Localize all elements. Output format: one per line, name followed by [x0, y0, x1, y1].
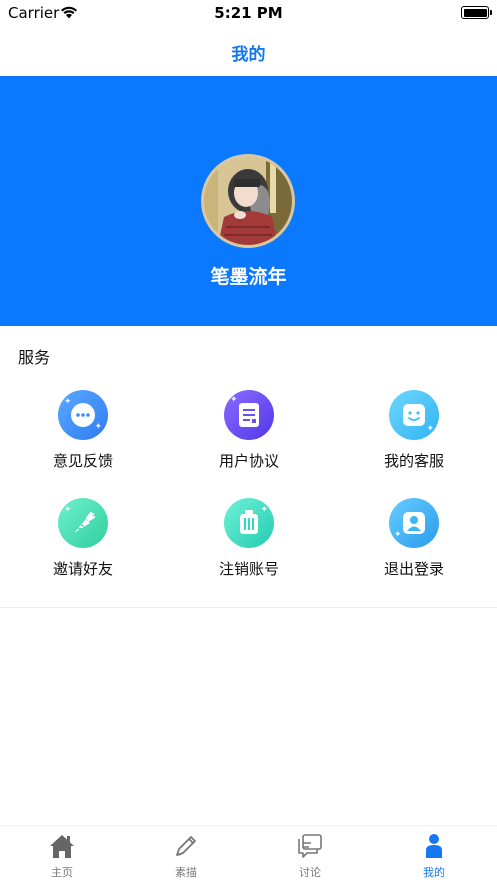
- section-divider: [0, 607, 497, 608]
- avatar-illustration: [204, 157, 292, 245]
- person-icon: [426, 834, 442, 858]
- tab-label: 主页: [51, 866, 73, 879]
- service-feedback[interactable]: ✦ ✦ 意见反馈: [0, 384, 166, 484]
- home-icon: [50, 835, 74, 858]
- service-customer-support[interactable]: ✦ 我的客服: [331, 384, 497, 484]
- tab-home[interactable]: 主页: [0, 826, 124, 883]
- chat-bubble-icon: ✦ ✦: [58, 390, 108, 440]
- service-label: 我的客服: [383, 452, 444, 470]
- username: 笔墨流年: [210, 266, 287, 288]
- services-section-title: 服务: [18, 348, 51, 367]
- profile-header: 笔墨流年: [0, 76, 497, 326]
- tab-discussion[interactable]: 讨论: [248, 826, 372, 883]
- tab-sketch[interactable]: 素描: [124, 826, 248, 883]
- navigation-bar: 我的: [0, 28, 497, 76]
- service-user-agreement[interactable]: ✦ 用户协议: [166, 384, 332, 484]
- service-logout[interactable]: ✦ 退出登录: [331, 492, 497, 592]
- discussion-icon: [298, 834, 322, 858]
- page-title: 我的: [231, 44, 266, 65]
- tab-label: 我的: [423, 866, 445, 879]
- service-label: 退出登录: [383, 560, 444, 578]
- avatar[interactable]: [201, 154, 295, 248]
- smiley-icon: ✦: [389, 390, 439, 440]
- service-delete-account[interactable]: ✦ 注销账号: [166, 492, 332, 592]
- status-bar: Carrier 5:21 PM: [0, 0, 497, 28]
- service-invite-friends[interactable]: ✦ 邀请好友: [0, 492, 166, 592]
- document-icon: ✦: [224, 390, 274, 440]
- tab-bar: 主页 素描 讨论 我的: [0, 825, 497, 883]
- trash-bin-icon: ✦: [224, 498, 274, 548]
- pencil-icon: [176, 836, 196, 856]
- tab-label: 素描: [175, 866, 197, 879]
- user-icon: ✦: [389, 498, 439, 548]
- tab-mine[interactable]: 我的: [372, 826, 496, 883]
- service-label: 注销账号: [218, 560, 279, 578]
- status-time: 5:21 PM: [214, 4, 283, 22]
- service-label: 意见反馈: [52, 452, 113, 470]
- service-label: 用户协议: [218, 452, 279, 470]
- carrot-icon: ✦: [58, 498, 108, 548]
- battery-icon: [461, 6, 492, 19]
- tab-label: 讨论: [299, 866, 321, 879]
- service-label: 邀请好友: [52, 560, 113, 578]
